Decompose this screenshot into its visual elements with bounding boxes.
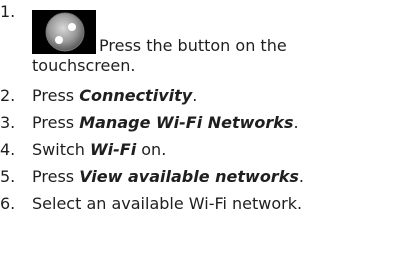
instruction-list: 1. Press the button on the touchscreen. … (0, 0, 407, 253)
step-text: Press Manage Wi-Fi Networks. (32, 113, 299, 132)
step-text: Press the button on the (99, 36, 287, 55)
step-text: Press View available networks. (32, 167, 304, 186)
step-number: 6. (0, 194, 16, 213)
step-text: Press Connectivity. (32, 86, 198, 105)
step-number: 5. (0, 167, 16, 186)
step-number: 3. (0, 113, 16, 132)
menu-item-connectivity: Connectivity (79, 86, 193, 105)
step-text: Select an available Wi-Fi network. (32, 194, 303, 213)
menu-item-manage-wifi-networks: Manage Wi-Fi Networks (79, 113, 294, 132)
step-number: 1. (0, 2, 16, 21)
toggle-wifi: Wi-Fi (89, 140, 137, 159)
menu-item-view-available-networks: View available networks (79, 167, 299, 186)
step-text-continued: touchscreen. (32, 56, 136, 75)
step-number: 4. (0, 140, 16, 159)
step-number: 2. (0, 86, 16, 105)
step-text: Switch Wi-Fi on. (32, 140, 167, 159)
settings-round-button-icon (32, 10, 96, 54)
